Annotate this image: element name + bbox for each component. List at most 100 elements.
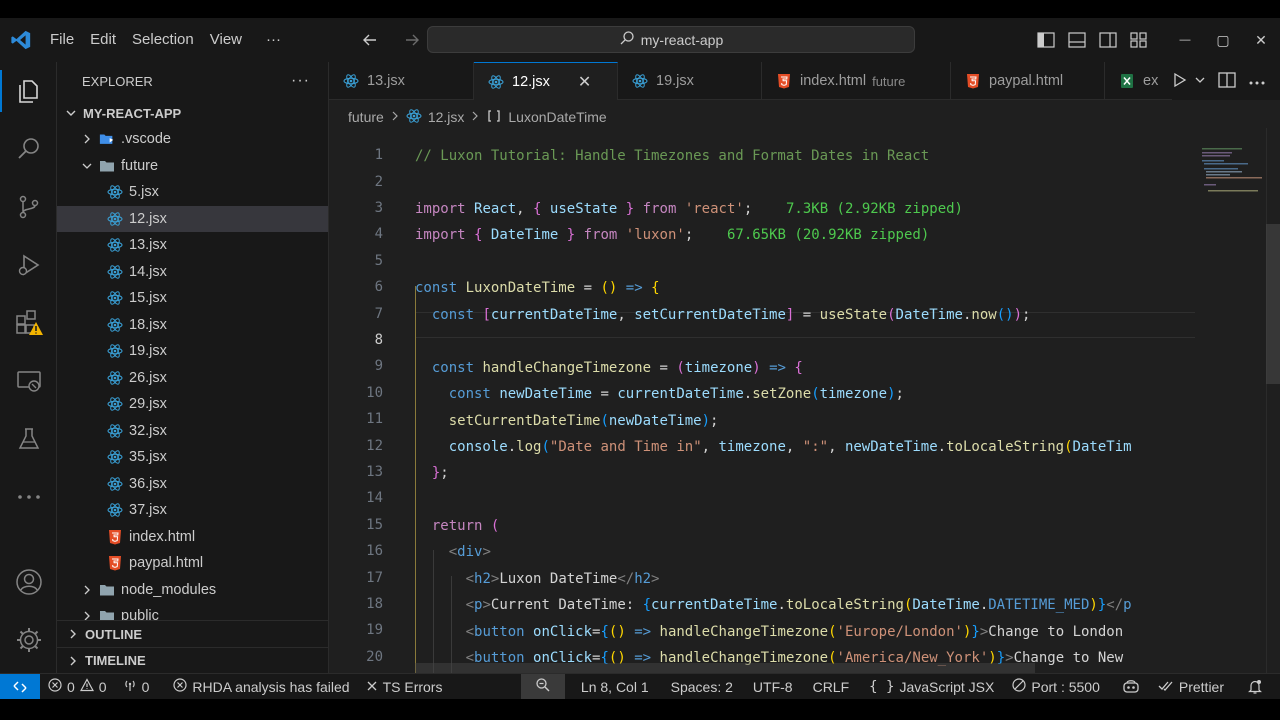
language-mode[interactable]: { } JavaScript JSX [857,674,1002,700]
rhda-label: RHDA analysis has failed [192,678,350,695]
tree-item[interactable]: 14.jsx [57,259,328,286]
menu-more[interactable]: ··· [250,18,289,62]
run-debug-icon[interactable] [0,236,57,294]
tree-item[interactable]: paypal.html [57,550,328,577]
title-bar: File Edit Selection View ··· my-react-ap… [0,18,1280,62]
toggle-primary-sidebar-icon[interactable] [1030,18,1061,62]
outline-section[interactable]: OUTLINE [57,621,328,647]
tab-label: 13.jsx [367,73,405,89]
minimap[interactable] [1202,146,1266,196]
tree-item[interactable]: 37.jsx [57,497,328,524]
source-control-icon[interactable] [0,178,57,236]
command-center[interactable]: my-react-app [427,26,915,53]
workspace-root-label: MY-REACT-APP [83,105,182,121]
split-editor-icon[interactable] [1218,71,1236,91]
eol-status[interactable]: CRLF [801,674,858,700]
toggle-panel-icon[interactable] [1061,18,1092,62]
live-server-port[interactable]: Port : 5500 [1002,674,1108,700]
remote-indicator-icon[interactable] [0,673,40,699]
remote-explorer-icon[interactable] [0,352,57,410]
ports-indicator[interactable]: 0 [115,674,158,700]
workspace-root[interactable]: MY-REACT-APP [57,100,328,126]
menu-selection[interactable]: Selection [124,18,202,62]
extensions-warning-icon[interactable] [0,294,57,352]
tree-item[interactable]: 12.jsx [57,205,328,232]
menu-view[interactable]: View [202,18,250,62]
html-icon [107,555,123,571]
chevron-down-icon [63,107,79,119]
explorer-icon[interactable] [0,62,57,120]
tree-item[interactable]: .vscode [57,126,328,153]
folder-icon [99,582,115,598]
code-editor[interactable]: 123456789101112131415161718192021 // Lux… [329,128,1280,673]
search-icon[interactable] [0,120,57,178]
line-number: 5 [374,252,383,269]
menu-edit[interactable]: Edit [82,18,124,62]
tree-item[interactable]: node_modules [57,577,328,604]
braces-icon: { } [869,678,895,695]
tab-19-jsx[interactable]: 19.jsx [618,62,762,100]
prettier-status[interactable]: Prettier [1148,674,1232,700]
accounts-icon[interactable] [0,553,57,611]
breadcrumb-file[interactable]: 12.jsx [428,109,465,125]
tree-item[interactable]: 5.jsx [57,179,328,206]
tree-item[interactable]: 36.jsx [57,471,328,498]
menu-file[interactable]: File [42,18,82,62]
vertical-scrollbar[interactable] [1266,128,1280,673]
line-number-row: 14 [329,485,1280,511]
scrollbar-thumb[interactable] [1266,224,1280,384]
code-line-3: import React, { useState } from 'react';… [415,201,963,217]
toggle-secondary-sidebar-icon[interactable] [1092,18,1123,62]
customize-layout-icon[interactable] [1123,18,1154,62]
copilot-icon[interactable] [1108,674,1148,700]
magnifier-icon [535,677,551,696]
line-number: 13 [366,463,383,480]
tree-item[interactable]: 32.jsx [57,418,328,445]
tab-12-jsx[interactable]: 12.jsx ✕ [474,62,618,100]
chevron-down-icon[interactable] [1194,74,1206,89]
zoom-search-status[interactable] [520,673,565,699]
minimize-button[interactable]: — [1166,18,1204,62]
chevron-right-icon [65,655,81,667]
close-window-button[interactable]: ✕ [1242,18,1280,62]
tree-item[interactable]: future [57,153,328,180]
tab-index-html[interactable]: index.html future [762,62,951,100]
horizontal-scrollbar[interactable] [415,663,1035,673]
activity-bar-bottom [0,553,57,669]
rhda-status[interactable]: RHDA analysis has failed [157,674,357,700]
code-line-13: }; [431,465,449,481]
forward-arrow-icon[interactable] [398,26,426,54]
cursor-position[interactable]: Ln 8, Col 1 [565,674,657,700]
tree-item[interactable]: 15.jsx [57,285,328,312]
maximize-button[interactable]: ▢ [1204,18,1242,62]
tree-item[interactable]: 19.jsx [57,338,328,365]
tree-item[interactable]: 18.jsx [57,312,328,339]
sidebar-bottom-sections: OUTLINE TIMELINE [57,620,328,673]
excel-icon [1119,73,1135,89]
close-icon[interactable]: ✕ [578,72,591,92]
tree-item[interactable]: index.html [57,524,328,551]
tab-ex[interactable]: ex [1105,62,1175,100]
encoding-status[interactable]: UTF-8 [741,674,801,700]
tree-item[interactable]: 35.jsx [57,444,328,471]
indentation-status[interactable]: Spaces: 2 [657,674,741,700]
testing-flask-icon[interactable] [0,410,57,468]
tab-13-jsx[interactable]: 13.jsx [329,62,474,100]
explorer-more-button[interactable]: ··· [291,72,310,90]
notifications-bell-icon[interactable] [1232,674,1280,700]
run-play-icon[interactable] [1172,72,1188,91]
problems-indicator[interactable]: 0 0 [40,674,115,700]
ts-errors-status[interactable]: TS Errors [358,674,451,700]
breadcrumb-folder[interactable]: future [348,109,384,125]
close-icon [366,679,378,695]
timeline-section[interactable]: TIMELINE [57,647,328,673]
more-actions-icon[interactable] [1248,74,1266,89]
tree-item[interactable]: 26.jsx [57,365,328,392]
tab-paypal-html[interactable]: paypal.html [951,62,1105,100]
breadcrumb-symbol[interactable]: LuxonDateTime [508,109,606,125]
back-arrow-icon[interactable] [356,26,384,54]
tree-item[interactable]: 13.jsx [57,232,328,259]
tree-item[interactable]: 29.jsx [57,391,328,418]
settings-gear-icon[interactable] [0,611,57,669]
more-views-icon[interactable] [0,468,57,526]
